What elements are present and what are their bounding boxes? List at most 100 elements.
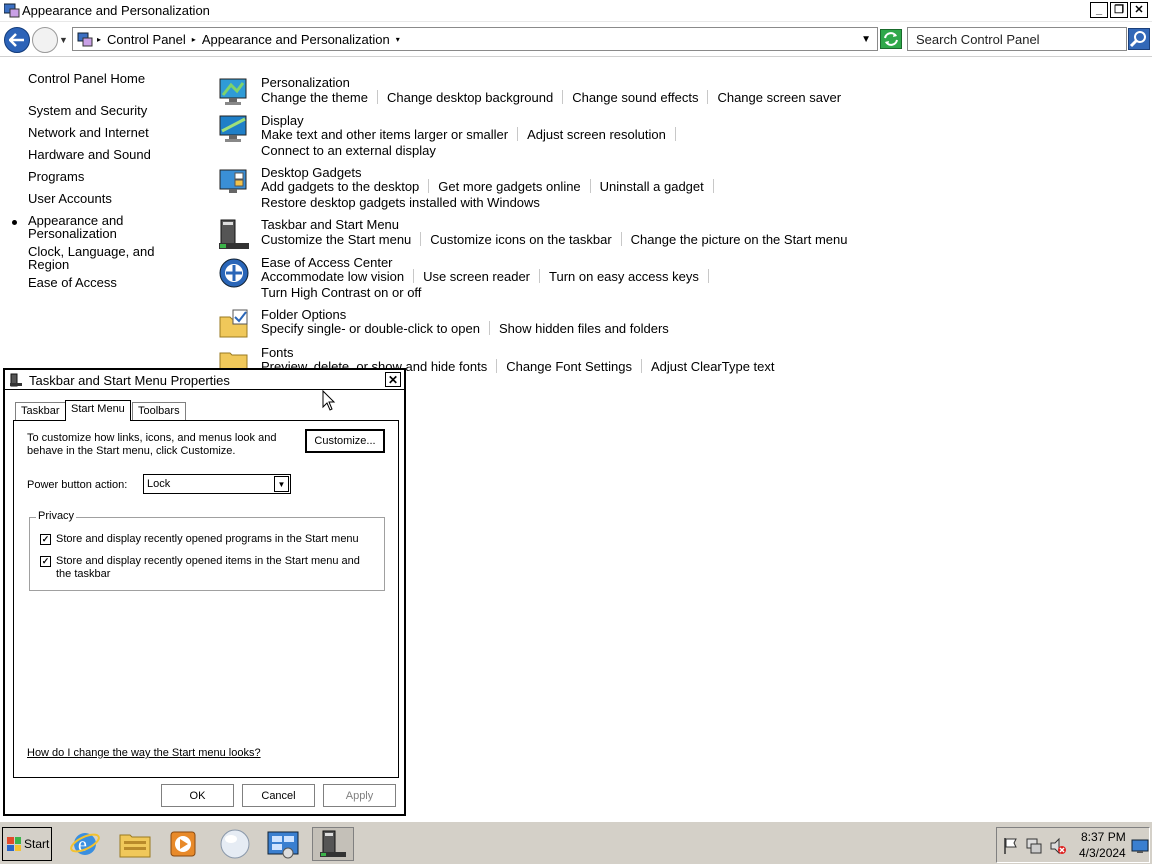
link-change-screen-saver[interactable]: Change screen saver xyxy=(717,90,850,105)
power-button-label: Power button action: xyxy=(27,479,128,491)
ok-button[interactable]: OK xyxy=(161,784,234,807)
link-change-desktop-background[interactable]: Change desktop background xyxy=(387,90,562,105)
recent-pages-dropdown[interactable]: ▼ xyxy=(59,35,68,45)
recent-items-label[interactable]: Store and display recently opened items … xyxy=(56,555,366,581)
breadcrumb-control-panel[interactable]: Control Panel xyxy=(107,32,186,47)
sidebar-item-system-security[interactable]: System and Security xyxy=(28,104,147,117)
privacy-group: Privacy ✓ Store and display recently ope… xyxy=(29,510,385,591)
help-link[interactable]: How do I change the way the Start menu l… xyxy=(27,747,261,759)
category-links: Customize the Start menu Customize icons… xyxy=(261,232,856,247)
apply-button[interactable]: Apply xyxy=(323,784,396,807)
category-title[interactable]: Folder Options xyxy=(261,307,346,322)
internet-explorer-icon[interactable]: e xyxy=(64,827,106,861)
customize-button[interactable]: Customize... xyxy=(305,429,385,453)
link-uninstall-gadget[interactable]: Uninstall a gadget xyxy=(600,179,713,194)
network-icon[interactable] xyxy=(1025,836,1043,856)
show-desktop-icon[interactable] xyxy=(1131,838,1149,854)
link-connect-external-display[interactable]: Connect to an external display xyxy=(261,143,445,158)
sidebar-item-network-internet[interactable]: Network and Internet xyxy=(28,126,149,139)
sidebar-item-control-panel-home[interactable]: Control Panel Home xyxy=(28,72,145,85)
back-button[interactable] xyxy=(4,27,30,53)
category-title[interactable]: Taskbar and Start Menu xyxy=(261,217,399,232)
file-explorer-icon[interactable] xyxy=(114,827,156,861)
chevron-right-icon[interactable]: ▸ xyxy=(192,35,196,44)
clock-time[interactable]: 8:37 PM xyxy=(1081,830,1126,844)
taskbar-properties-taskbar-icon[interactable] xyxy=(312,827,354,861)
search-button[interactable] xyxy=(1128,28,1150,50)
tab-toolbars[interactable]: Toolbars xyxy=(132,402,186,420)
link-change-theme[interactable]: Change the theme xyxy=(261,90,377,105)
close-button[interactable]: ✕ xyxy=(1130,2,1148,18)
sidebar-item-ease-of-access[interactable]: Ease of Access xyxy=(28,276,117,289)
refresh-button[interactable] xyxy=(880,29,902,49)
sidebar-item-programs[interactable]: Programs xyxy=(28,170,84,183)
link-adjust-screen-resolution[interactable]: Adjust screen resolution xyxy=(527,127,675,142)
link-change-sound-effects[interactable]: Change sound effects xyxy=(572,90,707,105)
category-title[interactable]: Display xyxy=(261,113,304,128)
link-high-contrast[interactable]: Turn High Contrast on or off xyxy=(261,285,430,300)
link-change-start-menu-picture[interactable]: Change the picture on the Start menu xyxy=(631,232,857,247)
control-panel-taskbar-icon[interactable] xyxy=(262,827,304,861)
link-add-gadgets[interactable]: Add gadgets to the desktop xyxy=(261,179,428,194)
link-use-screen-reader[interactable]: Use screen reader xyxy=(423,269,539,284)
power-button-select[interactable]: Lock ▼ xyxy=(143,474,291,494)
link-restore-gadgets[interactable]: Restore desktop gadgets installed with W… xyxy=(261,195,549,210)
chevron-down-icon[interactable]: ▾ xyxy=(396,35,400,44)
category-links: Turn High Contrast on or off xyxy=(261,285,430,300)
dialog-close-button[interactable]: ✕ xyxy=(385,372,401,387)
link-change-font-settings[interactable]: Change Font Settings xyxy=(506,359,641,374)
dialog-titlebar[interactable]: Taskbar and Start Menu Properties ✕ xyxy=(5,370,404,390)
address-box[interactable]: ▸ Control Panel ▸ Appearance and Persona… xyxy=(72,27,878,51)
search-input[interactable]: Search Control Panel xyxy=(907,27,1127,51)
globe-icon[interactable] xyxy=(214,827,256,861)
flag-icon[interactable] xyxy=(1003,837,1019,855)
recent-programs-checkbox[interactable]: ✓ xyxy=(40,534,51,545)
search-icon xyxy=(1129,31,1146,48)
link-customize-taskbar-icons[interactable]: Customize icons on the taskbar xyxy=(430,232,620,247)
link-make-text-larger[interactable]: Make text and other items larger or smal… xyxy=(261,127,517,142)
tab-taskbar[interactable]: Taskbar xyxy=(15,402,66,420)
link-accommodate-low-vision[interactable]: Accommodate low vision xyxy=(261,269,413,284)
sidebar-item-user-accounts[interactable]: User Accounts xyxy=(28,192,112,205)
breadcrumb-appearance[interactable]: Appearance and Personalization xyxy=(202,32,390,47)
link-customize-start-menu[interactable]: Customize the Start menu xyxy=(261,232,420,247)
recent-items-checkbox[interactable]: ✓ xyxy=(40,556,51,567)
category-links: Restore desktop gadgets installed with W… xyxy=(261,195,549,210)
link-adjust-cleartype[interactable]: Adjust ClearType text xyxy=(651,359,784,374)
address-dropdown-icon[interactable]: ▼ xyxy=(861,34,871,45)
category-title[interactable]: Fonts xyxy=(261,345,294,360)
media-player-icon[interactable] xyxy=(162,827,204,861)
link-single-double-click[interactable]: Specify single- or double-click to open xyxy=(261,321,489,336)
category-links: Connect to an external display xyxy=(261,143,445,158)
category-title[interactable]: Personalization xyxy=(261,75,350,90)
chevron-right-icon[interactable]: ▸ xyxy=(97,35,101,44)
category-title[interactable]: Desktop Gadgets xyxy=(261,165,361,180)
privacy-legend: Privacy xyxy=(36,510,77,522)
dialog-title: Taskbar and Start Menu Properties xyxy=(29,373,230,388)
breadcrumb: ▸ Control Panel ▸ Appearance and Persona… xyxy=(97,32,400,47)
taskbar-start-menu-properties-dialog: Taskbar and Start Menu Properties ✕ Task… xyxy=(3,368,406,816)
category-title[interactable]: Ease of Access Center xyxy=(261,255,393,270)
window-controls: _ ❐ ✕ xyxy=(1090,2,1148,18)
start-label: Start xyxy=(24,837,50,851)
sidebar-item-hardware-sound[interactable]: Hardware and Sound xyxy=(28,148,151,161)
cancel-button[interactable]: Cancel xyxy=(242,784,315,807)
link-easy-access-keys[interactable]: Turn on easy access keys xyxy=(549,269,708,284)
forward-button[interactable] xyxy=(32,27,58,53)
volume-muted-icon[interactable] xyxy=(1049,836,1067,856)
restore-button[interactable]: ❐ xyxy=(1110,2,1128,18)
link-get-more-gadgets[interactable]: Get more gadgets online xyxy=(438,179,589,194)
recent-programs-label[interactable]: Store and display recently opened progra… xyxy=(56,533,366,546)
chevron-down-icon[interactable]: ▼ xyxy=(274,476,289,492)
category-links: Make text and other items larger or smal… xyxy=(261,127,685,142)
start-button[interactable]: Start xyxy=(2,827,52,861)
mouse-cursor-icon xyxy=(322,390,336,411)
display-icon xyxy=(219,115,247,142)
tab-start-menu[interactable]: Start Menu xyxy=(65,400,131,421)
clock-date[interactable]: 4/3/2024 xyxy=(1079,846,1126,860)
customize-description: To customize how links, icons, and menus… xyxy=(27,432,277,457)
sidebar-item-region[interactable]: Region xyxy=(28,258,69,271)
minimize-button[interactable]: _ xyxy=(1090,2,1108,18)
link-show-hidden-files[interactable]: Show hidden files and folders xyxy=(499,321,678,336)
category-links: Add gadgets to the desktop Get more gadg… xyxy=(261,179,723,194)
